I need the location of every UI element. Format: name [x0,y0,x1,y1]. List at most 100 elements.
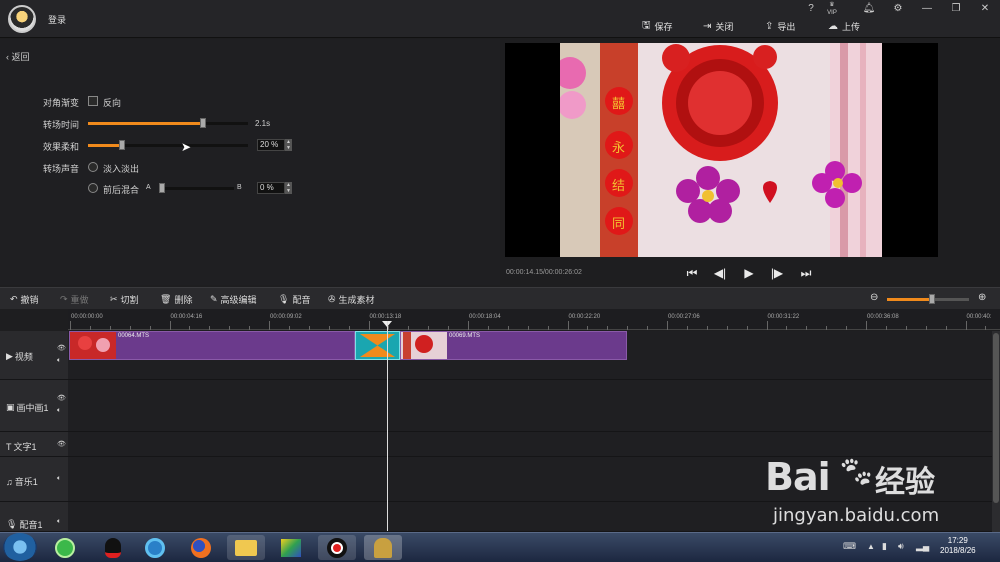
start-button[interactable] [3,533,37,561]
volume-icon[interactable]: 🔊︎ [898,541,904,552]
eye-icon[interactable]: 👁︎ [57,440,66,448]
help-icon[interactable]: ? [802,2,820,16]
bell-icon[interactable]: 🔔︎ [860,2,878,16]
ruler-tick-label: 00:00:31:22 [767,314,800,320]
mix-spinner[interactable]: ▲ ▼ [285,182,292,194]
next-frame-icon[interactable]: |▶︎ [769,265,785,281]
ruler-minor-tick [487,326,489,330]
close-window-icon[interactable]: ✕ [976,2,994,16]
tray-arrow-icon[interactable]: ▲ [867,542,875,551]
zoom-in-icon[interactable]: ⊕ [978,292,986,303]
pip-track-label: ▣ 画中画1 [6,402,49,413]
transition-block[interactable] [355,331,400,360]
save-button[interactable]: 🖫 保存 [642,18,673,34]
ruler-minor-tick [686,326,688,330]
skip-end-icon[interactable]: ⏭ [798,265,814,281]
upload-button[interactable]: ☁ 上传 [828,18,860,34]
export-icon: ⇪ [765,20,774,32]
taskbar-firefox-icon[interactable] [182,535,220,560]
tray-device-icon[interactable]: ▮ [882,541,887,552]
ruler-tick-line [70,321,71,330]
speaker-icon[interactable]: 🔈︎ [57,357,61,365]
keyboard-icon[interactable]: ⌨ [843,541,856,552]
ruler-minor-tick [945,326,947,330]
timeline-scrollbar[interactable] [992,331,1000,532]
login-link[interactable]: 登录 [48,13,66,26]
diagonal-label: 对角渐变 [43,98,80,108]
taskbar-recorder-icon[interactable] [318,535,356,560]
ruler-tick-line [965,321,967,330]
ruler-minor-tick [149,326,151,330]
video-preview[interactable]: 囍 永 结 同 [505,43,938,257]
text-t-icon: T [6,441,12,452]
microphone-icon: 🎙︎ [278,294,290,304]
cut-button[interactable]: ✂ 切割 [110,293,139,306]
paw-icon: 🐾︎ [837,456,876,489]
taskbar-clock[interactable]: 17:29 2018/8/26 [940,536,976,556]
mix-thumb[interactable] [159,183,165,193]
pencil-icon: ✎ [210,294,218,304]
undo-button[interactable]: ↶ 撤销 [10,293,39,306]
timeline-ruler[interactable] [68,309,1000,330]
watermark-brand-2: 经验 [875,466,935,499]
speaker-icon[interactable]: 🔈︎ [57,518,61,526]
taskbar-360-icon[interactable] [46,535,84,560]
back-button[interactable]: ‹ 返回 [6,50,30,63]
taskbar-app-icon[interactable] [272,535,310,560]
app-logo[interactable] [8,5,36,33]
taskbar-editor-icon[interactable] [364,535,402,560]
transition-time-thumb[interactable] [200,118,207,128]
close-project-button[interactable]: ⇥ 关闭 [703,18,733,34]
export-button[interactable]: ⇪ 导出 [765,18,795,34]
text-lane[interactable] [68,432,992,457]
ruler-tick-line [368,321,370,330]
network-icon[interactable]: ▂▄ [916,541,929,552]
save-label: 保存 [654,21,673,32]
softness-input[interactable]: 20 % [257,139,285,151]
play-icon[interactable]: ▶ [741,265,757,281]
mix-slider[interactable] [162,187,234,190]
scrollbar-thumb[interactable] [993,333,999,503]
voice-track-label: 🎙︎ 配音1 [6,519,43,530]
ruler-minor-tick [746,326,748,330]
gear-icon[interactable]: ⚙ [889,2,907,16]
speaker-icon[interactable]: 🔈︎ [57,475,61,483]
playhead-line[interactable] [387,321,388,531]
exit-icon: ⇥ [703,20,712,32]
mix-radio[interactable] [88,183,98,193]
speaker-icon[interactable]: 🔈︎ [57,407,61,415]
dub-button[interactable]: 🎙︎ 配音 [278,293,310,306]
transition-icon [360,334,395,357]
pip-lane[interactable] [68,380,992,432]
fade-label: 淡入淡出 [103,164,140,174]
transition-time-value: 2.1s [255,119,271,128]
ruler-minor-tick [328,326,330,330]
zoom-out-icon[interactable]: ⊖ [870,292,878,303]
softness-thumb[interactable] [118,140,125,150]
softness-spinner[interactable]: ▲ ▼ [285,139,292,151]
taskbar-explorer-icon[interactable] [227,535,265,560]
redo-button[interactable]: ↷ 重做 [60,293,89,306]
generate-button[interactable]: ✇ 生成素材 [328,293,375,306]
taskbar-media-icon[interactable] [136,535,174,560]
eye-icon[interactable]: 👁︎ [57,344,66,352]
delete-label: 删除 [174,295,193,305]
delete-button[interactable]: 🗑︎ 删除 [160,293,192,306]
reverse-checkbox[interactable] [88,96,98,106]
mix-input[interactable]: 0 % [257,182,285,194]
advanced-edit-button[interactable]: ✎ 高级编辑 [210,293,257,306]
prev-frame-icon[interactable]: ◀︎| [712,265,728,281]
ruler-minor-tick [726,326,728,330]
zoom-thumb[interactable] [929,294,936,304]
minimize-icon[interactable]: — [918,2,936,16]
ruler-minor-tick [89,326,91,330]
vip-icon[interactable]: ♛ VIP [823,1,841,16]
restore-icon[interactable]: ❐ [947,2,965,16]
skip-start-icon[interactable]: ⏮ [684,265,700,281]
app-window: 登录 ? ♛ VIP 🔔︎ ⚙ — ❐ ✕ 🖫 保存 ⇥ 关闭 ⇪ 导出 ☁ 上传… [0,0,1000,562]
taskbar-qq-icon[interactable] [94,535,132,560]
eye-icon[interactable]: 👁︎ [57,394,66,402]
fade-radio[interactable] [88,162,98,172]
clip-2-thumbnail [401,332,447,359]
ruler-tick-line [567,321,569,330]
